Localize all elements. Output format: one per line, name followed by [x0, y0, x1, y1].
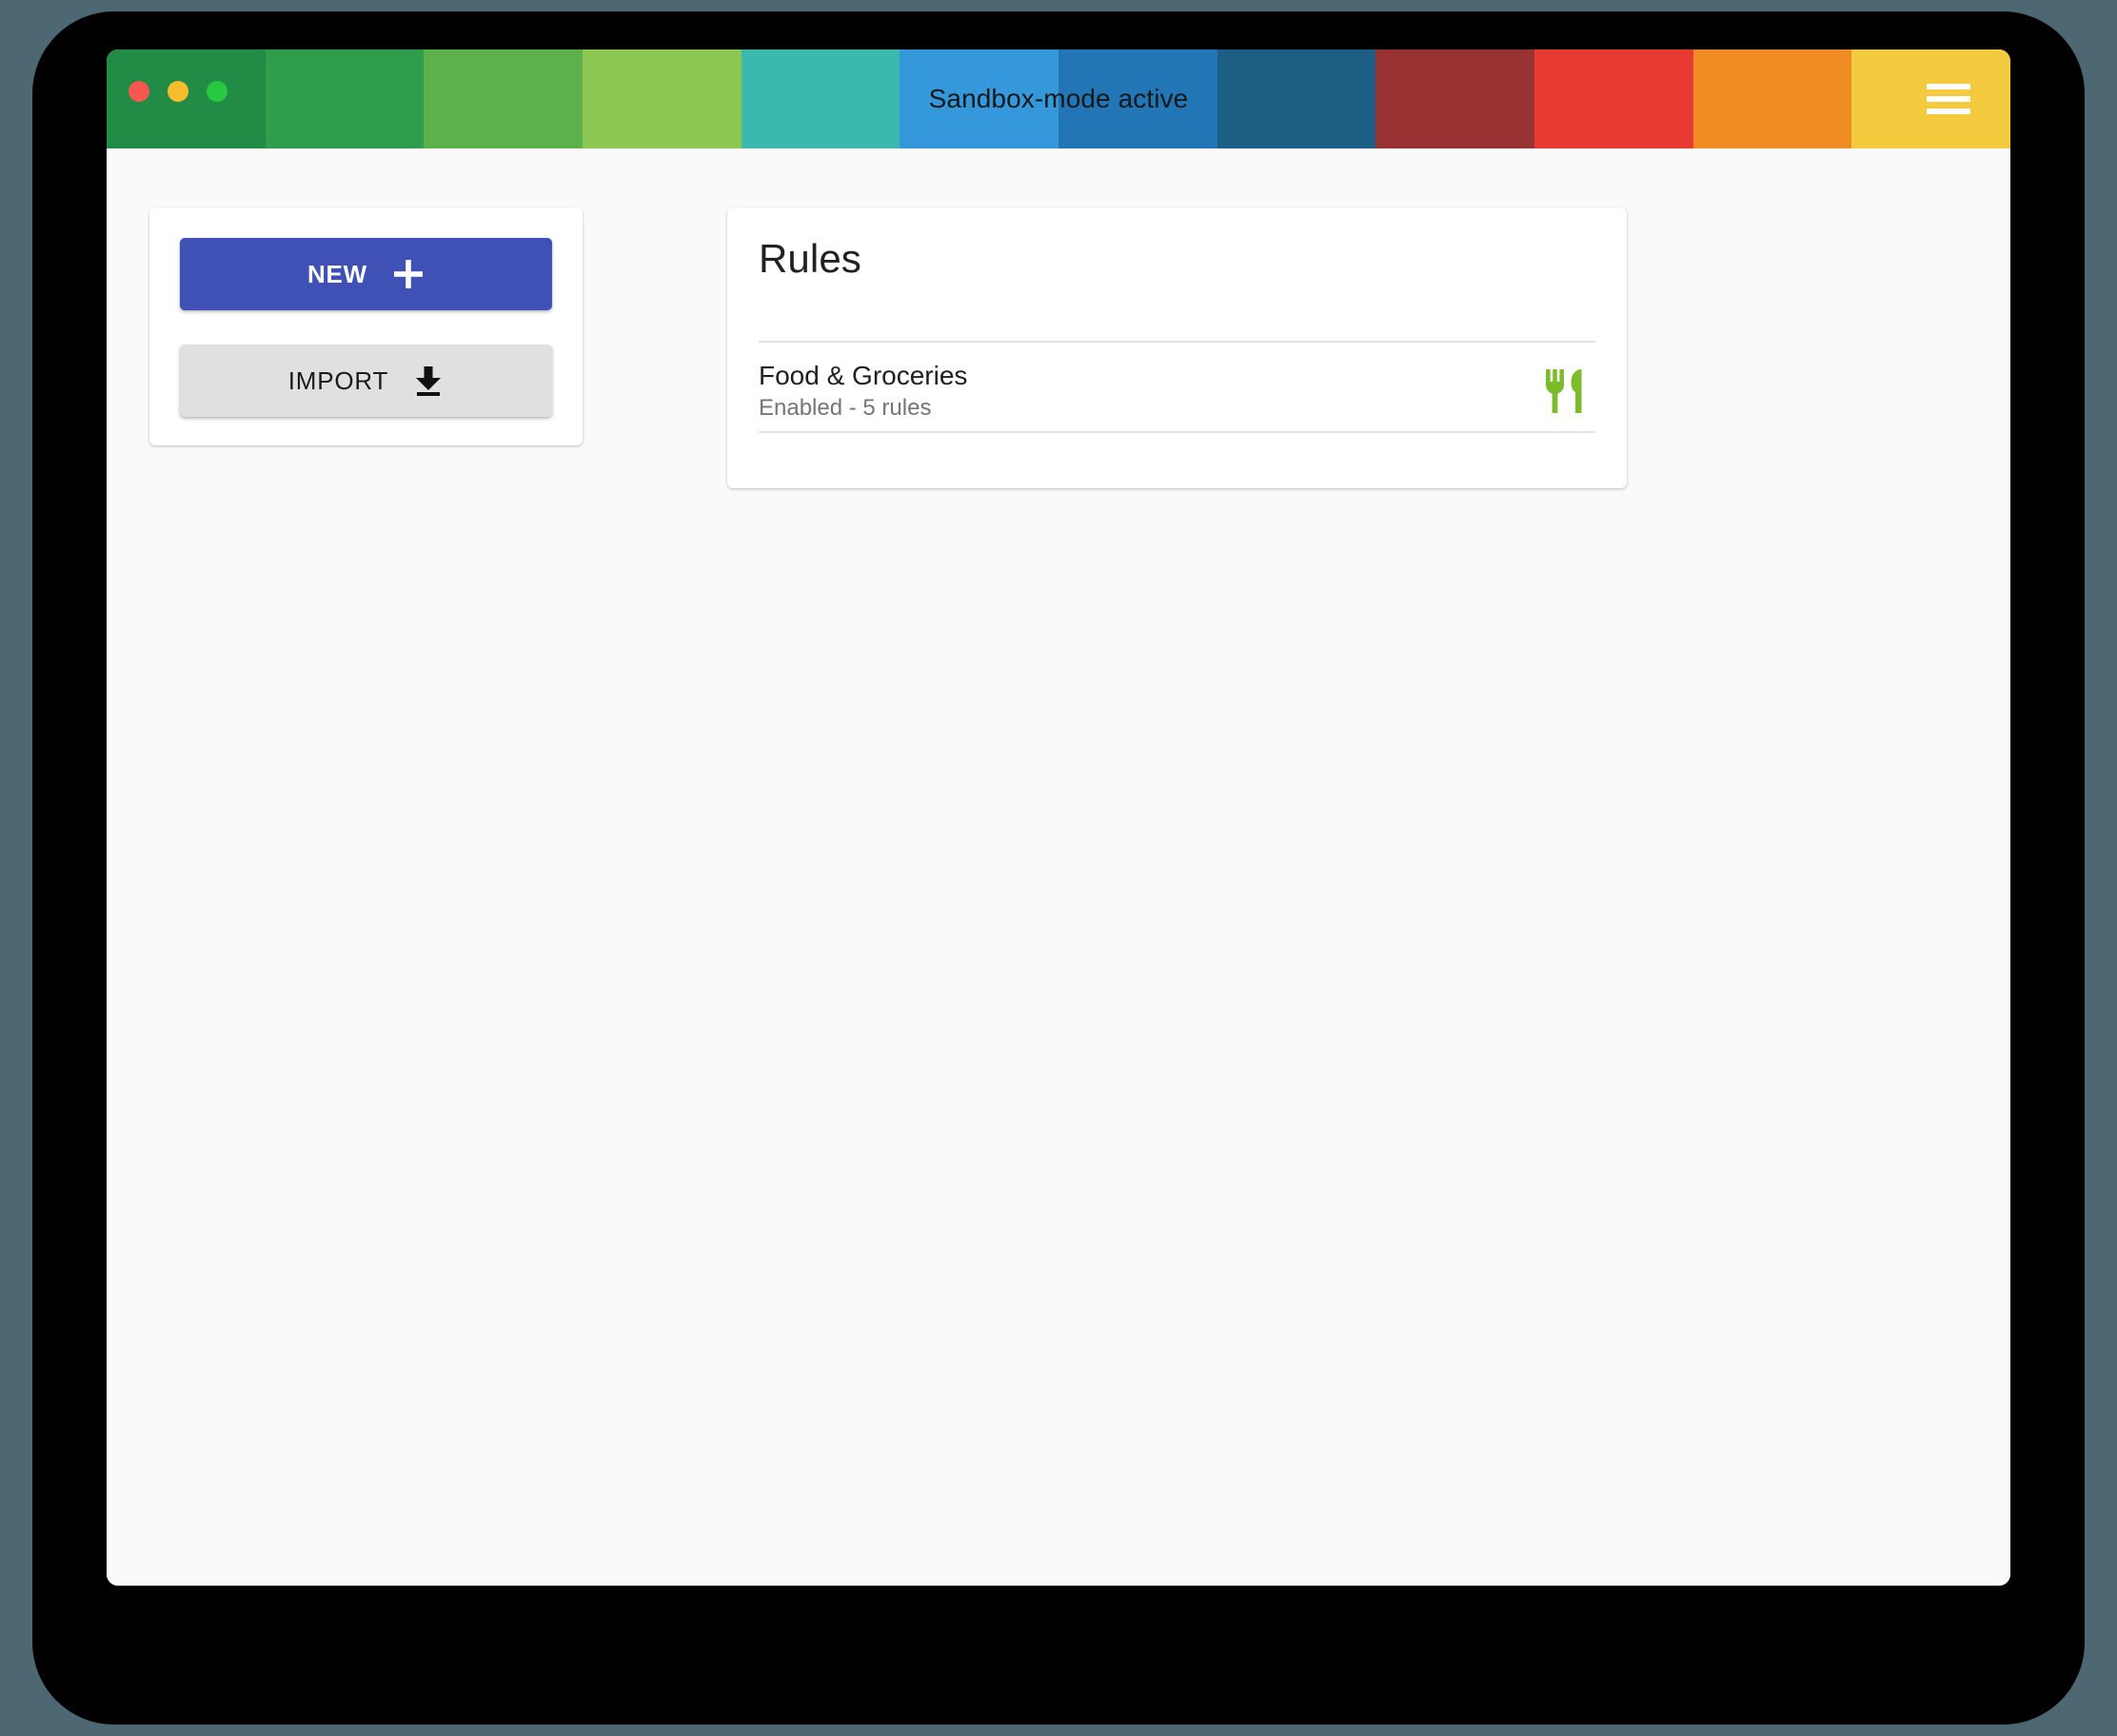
title-band-7 — [1058, 49, 1217, 148]
title-band-8 — [1217, 49, 1376, 148]
import-button[interactable]: IMPORT — [180, 345, 552, 417]
plus-icon — [392, 258, 425, 290]
rule-item-texts: Food & Groceries Enabled - 5 rules — [759, 360, 968, 421]
maximize-window-icon[interactable] — [207, 81, 228, 102]
rules-divider-top — [759, 341, 1595, 343]
new-button[interactable]: NEW — [180, 238, 552, 310]
rules-title: Rules — [759, 236, 861, 281]
hamburger-bar-3 — [1927, 108, 1970, 114]
title-band-11 — [1692, 49, 1852, 148]
rule-item-name: Food & Groceries — [759, 360, 968, 390]
rules-divider-bottom — [759, 431, 1595, 433]
rule-item-status: Enabled - 5 rules — [759, 394, 932, 421]
title-band-10 — [1534, 49, 1693, 148]
title-bar: Sandbox-mode active — [107, 49, 2010, 148]
new-button-label: NEW — [307, 259, 368, 288]
title-band-4 — [583, 49, 742, 148]
browser-window: Sandbox-mode active NEW IMPORT Rules Foo… — [107, 49, 2010, 1586]
restaurant-icon — [1542, 367, 1586, 415]
minimize-window-icon[interactable] — [168, 81, 188, 102]
rules-card: Rules Food & Groceries Enabled - 5 rules — [727, 207, 1627, 488]
title-band-3 — [424, 49, 584, 148]
hamburger-bar-1 — [1927, 84, 1970, 89]
title-band-6 — [900, 49, 1059, 148]
title-band-9 — [1375, 49, 1535, 148]
download-icon — [413, 365, 444, 397]
close-window-icon[interactable] — [129, 81, 149, 102]
window-controls — [129, 81, 228, 102]
hamburger-menu-icon[interactable] — [1927, 82, 1970, 116]
title-band-5 — [741, 49, 900, 148]
hamburger-bar-2 — [1927, 96, 1970, 102]
title-band-2 — [265, 49, 425, 148]
import-button-label: IMPORT — [287, 365, 389, 395]
actions-card: NEW IMPORT — [149, 207, 583, 445]
content-area: NEW IMPORT Rules Food & Groceries Enable… — [107, 148, 2010, 1586]
list-item[interactable]: Food & Groceries Enabled - 5 rules — [759, 350, 1595, 431]
